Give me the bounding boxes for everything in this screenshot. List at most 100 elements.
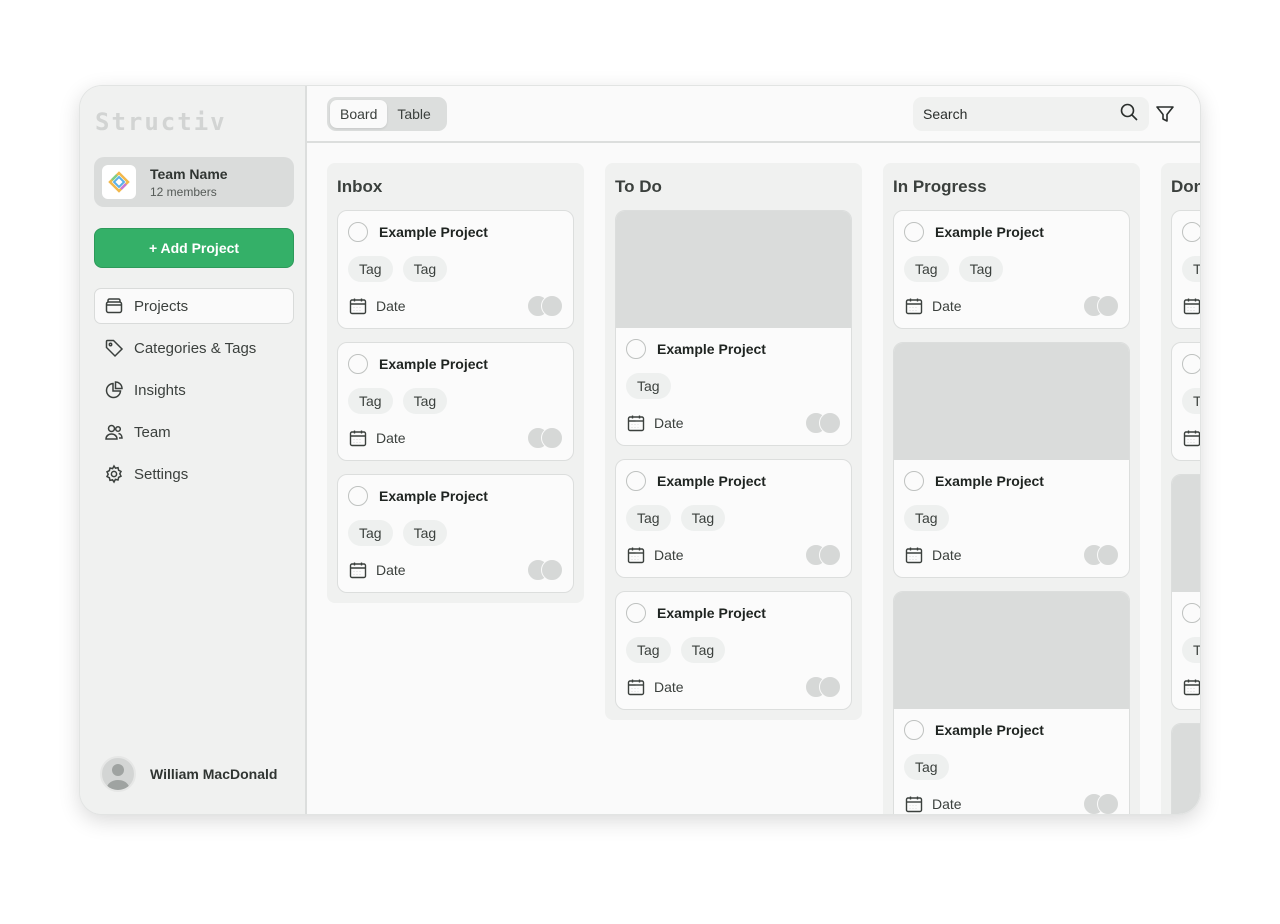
board-column: To Do Example Project Tag Date Example P… [605,163,862,720]
tag-chip[interactable]: Tag [904,505,949,531]
complete-checkbox[interactable] [1182,222,1200,242]
complete-checkbox[interactable] [348,222,368,242]
complete-checkbox[interactable] [904,471,924,491]
tag-chip[interactable]: Tag [402,388,448,414]
card-assignees[interactable] [527,427,563,449]
tab-board[interactable]: Board [330,100,388,128]
project-card[interactable]: Example Project TagTag Date [893,210,1130,329]
tag-chip[interactable]: Tag [1182,637,1200,663]
card-assignees[interactable] [1083,793,1119,814]
project-card[interactable]: Example Project Tag Date [1171,723,1200,814]
date-label: Date [932,547,962,563]
sidebar-item-settings[interactable]: Settings [94,456,294,492]
project-card[interactable]: Example Project Tag Date [615,210,852,446]
project-card[interactable]: Example Project TagTag Date [615,459,852,578]
complete-checkbox[interactable] [626,339,646,359]
complete-checkbox[interactable] [904,720,924,740]
card-assignees[interactable] [805,412,841,434]
date-label: Date [376,298,406,314]
calendar-icon [904,545,924,565]
tag-chip[interactable]: Tag [904,256,949,282]
folder-icon [103,295,125,317]
card-date: Date [904,545,962,565]
card-tags: Tag Tag [904,256,1119,282]
board-column: In Progress Example Project Tag Tag Date … [883,163,1140,814]
card-cover-image [1172,475,1200,592]
tag-chip[interactable]: Tag [626,637,671,663]
card-cover-image [894,343,1129,460]
date-label: Date [932,796,962,812]
tag-chip[interactable]: Tag [1182,256,1200,282]
sidebar-item-insights[interactable]: Insights [94,372,294,408]
tag-chip[interactable]: Tag [402,520,448,546]
search-icon[interactable] [1119,102,1139,127]
card-title: Example Project [379,224,488,240]
tag-chip[interactable]: Tag [626,505,671,531]
card-date: Date [348,296,406,316]
column-title: To Do [615,176,662,196]
tag-chip[interactable]: Tag [348,388,393,414]
tag-chip[interactable]: Tag [958,256,1004,282]
avatar [819,412,841,434]
complete-checkbox[interactable] [626,603,646,623]
add-project-button[interactable]: + Add Project [94,228,294,268]
project-card[interactable]: Example Project TagTag Date [1171,210,1200,329]
card-assignees[interactable] [805,676,841,698]
user-name: William MacDonald [150,766,278,782]
date-label: Date [654,415,684,431]
card-tags: Tag [1182,637,1200,663]
date-label: Date [654,679,684,695]
user-profile[interactable]: William MacDonald [100,756,277,792]
project-card[interactable]: Example Project Tag Tag Date [337,210,574,329]
card-cover-image [1172,724,1200,814]
complete-checkbox[interactable] [1182,603,1200,623]
avatar [541,295,563,317]
complete-checkbox[interactable] [348,354,368,374]
card-assignees[interactable] [1083,544,1119,566]
team-switcher[interactable]: Team Name 12 members [94,157,294,207]
project-card[interactable]: Example Project TagTag Date [1171,342,1200,461]
sidebar-item-projects[interactable]: Projects [94,288,294,324]
app-logo: Structiv [95,108,227,136]
view-toggle: Board Table [327,97,447,131]
tag-chip[interactable]: Tag [348,520,393,546]
filter-icon[interactable] [1154,103,1176,125]
card-assignees[interactable] [805,544,841,566]
sidebar-item-team[interactable]: Team [94,414,294,450]
project-card[interactable]: Example Project TagTag Date [337,474,574,593]
sidebar-nav: Projects Categories & Tags Insights Team [94,288,294,498]
sidebar-item-categories-tags[interactable]: Categories & Tags [94,330,294,366]
card-title: Example Project [379,356,488,372]
tag-chip[interactable]: Tag [348,256,393,282]
avatar [100,756,136,792]
complete-checkbox[interactable] [1182,354,1200,374]
complete-checkbox[interactable] [626,471,646,491]
project-card[interactable]: Example Project Tag Date [1171,474,1200,710]
column-title: Done [1171,176,1200,196]
card-assignees[interactable] [1083,295,1119,317]
project-card[interactable]: Example Project Tag Date [893,591,1130,814]
tab-table[interactable]: Table [387,100,440,128]
tag-chip[interactable]: Tag [904,754,949,780]
card-title: Example Project [935,224,1044,240]
calendar-icon [626,413,646,433]
card-assignees[interactable] [527,295,563,317]
tag-chip[interactable]: Tag [402,256,448,282]
tag-chip[interactable]: Tag [1182,388,1200,414]
search-input[interactable] [923,106,1119,122]
tag-chip[interactable]: Tag [680,637,726,663]
project-card[interactable]: Example Project TagTag Date [615,591,852,710]
project-card[interactable]: Example Project Tag Date [893,342,1130,578]
avatar [541,559,563,581]
complete-checkbox[interactable] [904,222,924,242]
tag-chip[interactable]: Tag [626,373,671,399]
complete-checkbox[interactable] [348,486,368,506]
card-assignees[interactable] [527,559,563,581]
tag-chip[interactable]: Tag [680,505,726,531]
users-icon [103,421,125,443]
card-tags: TagTag [1182,256,1200,282]
project-card[interactable]: Example Project TagTag Date [337,342,574,461]
card-date: Date [626,545,684,565]
card-date: Date [1182,428,1200,448]
pie-chart-icon [103,379,125,401]
